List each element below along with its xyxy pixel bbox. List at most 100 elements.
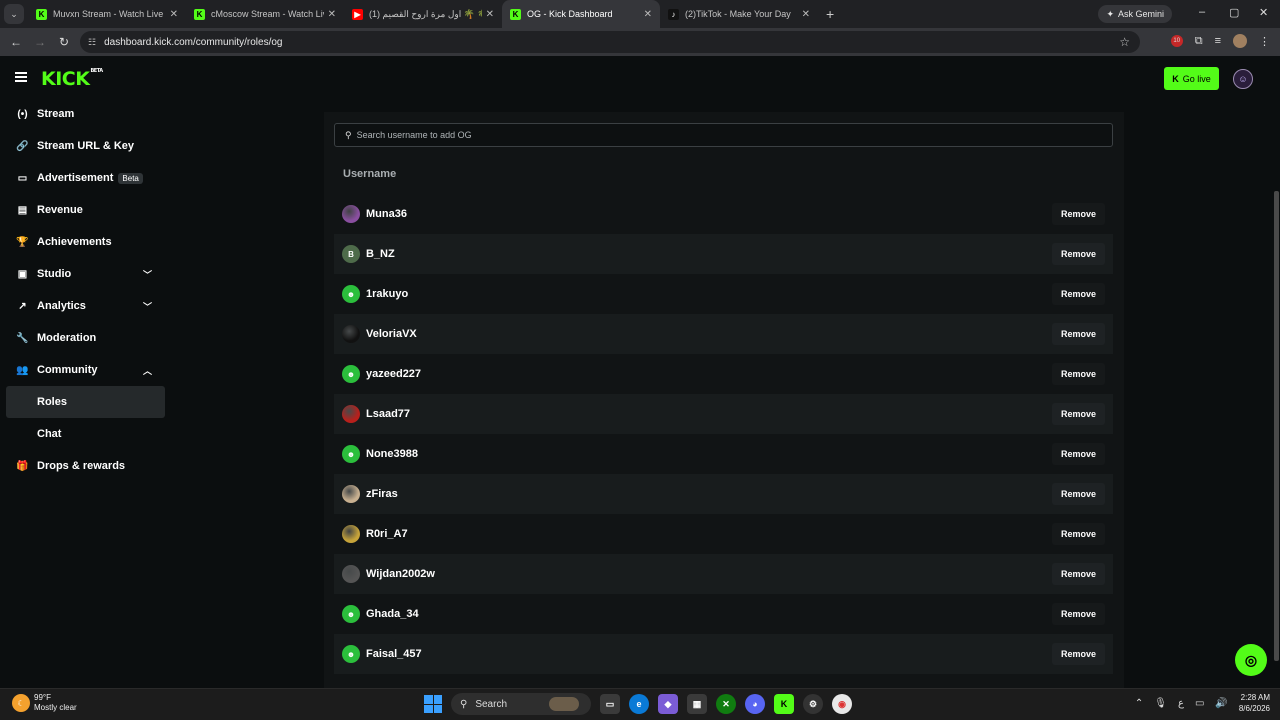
- user-avatar: ☻: [342, 605, 360, 623]
- wrench-icon: 🔧: [16, 332, 29, 344]
- close-window-icon[interactable]: ✕: [1259, 6, 1268, 19]
- maximize-window-icon[interactable]: ▢: [1229, 6, 1239, 19]
- xbox-icon[interactable]: ✕: [716, 694, 736, 714]
- chrome-icon[interactable]: ◉: [832, 694, 852, 714]
- tab-search-chevron-icon[interactable]: ⌄: [4, 4, 24, 24]
- close-tab-icon[interactable]: ✕: [486, 9, 494, 20]
- user-avatar: B: [342, 245, 360, 263]
- network-icon[interactable]: ▭: [1195, 698, 1204, 709]
- remove-og-button[interactable]: Remove: [1052, 323, 1105, 345]
- discord-icon[interactable]: ◕: [745, 694, 765, 714]
- reload-icon[interactable]: ↻: [52, 35, 76, 49]
- chevron-up-icon[interactable]: ︿: [143, 364, 152, 377]
- remove-og-button[interactable]: Remove: [1052, 523, 1105, 545]
- og-user-row: ☻ 1rakuyo Remove: [334, 274, 1113, 314]
- close-tab-icon[interactable]: ✕: [644, 9, 652, 20]
- back-arrow-icon[interactable]: ←: [4, 35, 28, 49]
- tray-overflow-chevron-icon[interactable]: ⌃: [1135, 698, 1143, 709]
- volume-icon[interactable]: 🔊: [1215, 698, 1227, 709]
- sidebar-item-analytics[interactable]: ↗ Analytics ﹀: [0, 290, 175, 322]
- profile-avatar-icon[interactable]: [1233, 34, 1247, 48]
- browser-tab[interactable]: K OG - Kick Dashboard ✕: [502, 0, 660, 28]
- hamburger-menu-icon[interactable]: [15, 72, 27, 82]
- sidebar-item-studio[interactable]: ▣ Studio ﹀: [0, 258, 175, 290]
- user-avatar: ☻: [342, 285, 360, 303]
- edge-icon[interactable]: e: [629, 694, 649, 714]
- sidebar-item-community[interactable]: 👥 Community ︿: [0, 354, 175, 386]
- browser-tab[interactable]: ▶ اول مرة اروح القصيم (1) 🌴 🌴 - ✕: [344, 0, 502, 28]
- sidebar-subitem-roles[interactable]: Roles: [6, 386, 165, 418]
- settings-gear-icon[interactable]: ⚙: [803, 694, 823, 714]
- ask-gemini-button[interactable]: ✦ Ask Gemini: [1098, 5, 1172, 23]
- task-view-icon[interactable]: ▭: [600, 694, 620, 714]
- media-control-icon[interactable]: ≡: [1215, 35, 1221, 47]
- url-text: dashboard.kick.com/community/roles/og: [104, 36, 283, 48]
- extension-badge-icon[interactable]: 10: [1170, 35, 1183, 47]
- new-tab-button[interactable]: +: [826, 6, 834, 22]
- username: R0ri_A7: [366, 528, 408, 540]
- sidebar-item-advertisement[interactable]: ▭ Advertisement Beta: [0, 162, 175, 194]
- sidebar-item-stream[interactable]: (•) Stream: [0, 98, 175, 130]
- browser-tab[interactable]: ♪ (2)TikTok - Make Your Day ✕: [660, 0, 818, 28]
- kick-favicon-icon: K: [36, 8, 47, 20]
- headset-icon: ◎: [1244, 651, 1258, 668]
- remove-og-button[interactable]: Remove: [1052, 363, 1105, 385]
- browser-menu-icon[interactable]: ⋮: [1259, 35, 1270, 48]
- bookmark-star-icon[interactable]: ☆: [1119, 35, 1130, 49]
- kick-app-icon[interactable]: K: [774, 694, 794, 714]
- copilot-icon[interactable]: ◆: [658, 694, 678, 714]
- user-avatar[interactable]: ☺: [1233, 69, 1253, 89]
- site-info-icon[interactable]: ☷: [88, 37, 96, 48]
- remove-og-button[interactable]: Remove: [1052, 243, 1105, 265]
- search-icon: ⚲: [460, 698, 468, 710]
- og-user-row: B B_NZ Remove: [334, 234, 1113, 274]
- search-field[interactable]: ⚲: [334, 123, 1113, 147]
- sidebar-item-moderation[interactable]: 🔧 Moderation: [0, 322, 175, 354]
- sidebar-item-drops-rewards[interactable]: 🎁 Drops & rewards: [0, 450, 175, 482]
- keyboard-language-icon[interactable]: ع: [1178, 698, 1184, 709]
- remove-og-button[interactable]: Remove: [1052, 563, 1105, 585]
- temperature: 99°F: [34, 693, 51, 702]
- go-live-button[interactable]: K Go live: [1164, 67, 1219, 90]
- taskbar-search[interactable]: ⚲ Search: [451, 693, 591, 715]
- sidebar-item-stream-url-key[interactable]: 🔗 Stream URL & Key: [0, 130, 175, 162]
- search-input[interactable]: [356, 130, 1057, 140]
- close-tab-icon[interactable]: ✕: [328, 9, 336, 20]
- minimize-window-icon[interactable]: –: [1199, 6, 1205, 18]
- remove-og-button[interactable]: Remove: [1052, 203, 1105, 225]
- remove-og-button[interactable]: Remove: [1052, 283, 1105, 305]
- og-user-row: Wijdan2002w Remove: [334, 554, 1113, 594]
- og-user-row: R0ri_A7 Remove: [334, 514, 1113, 554]
- windows-start-icon[interactable]: [424, 695, 442, 713]
- sidebar-item-label: Drops & rewards: [37, 460, 126, 472]
- close-tab-icon[interactable]: ✕: [802, 9, 810, 20]
- chevron-down-icon[interactable]: ﹀: [143, 268, 152, 281]
- og-user-row: zFiras Remove: [334, 474, 1113, 514]
- forward-arrow-icon[interactable]: →: [28, 35, 52, 49]
- microphone-icon[interactable]: 🎙: [1154, 698, 1167, 709]
- address-bar[interactable]: ☷ dashboard.kick.com/community/roles/og …: [80, 31, 1140, 53]
- og-user-row: VeloriaVX Remove: [334, 314, 1113, 354]
- sidebar-subitem-chat[interactable]: Chat: [6, 418, 165, 450]
- browser-tab[interactable]: KcMoscow Stream - Watch Live o ✕: [186, 0, 344, 28]
- tab-title: cMoscow Stream - Watch Live o: [211, 9, 324, 19]
- sidebar-item-achievements[interactable]: 🏆 Achievements: [0, 226, 175, 258]
- taskbar-clock[interactable]: 2:28 AM 8/6/2026: [1239, 692, 1270, 714]
- search-icon: ⚲: [345, 129, 352, 140]
- remove-og-button[interactable]: Remove: [1052, 443, 1105, 465]
- weather-widget[interactable]: ☾ 99°F Mostly clear: [12, 693, 77, 713]
- close-tab-icon[interactable]: ✕: [170, 9, 178, 20]
- remove-og-button[interactable]: Remove: [1052, 483, 1105, 505]
- help-chat-button[interactable]: ◎: [1235, 644, 1267, 676]
- og-user-row: ☻ Ghada_34 Remove: [334, 594, 1113, 634]
- remove-og-button[interactable]: Remove: [1052, 643, 1105, 665]
- sidebar-item-revenue[interactable]: ▤ Revenue: [0, 194, 175, 226]
- remove-og-button[interactable]: Remove: [1052, 603, 1105, 625]
- browser-tab[interactable]: K Muvxn Stream - Watch Live on ✕: [28, 0, 186, 28]
- remove-og-button[interactable]: Remove: [1052, 403, 1105, 425]
- kick-logo[interactable]: KICKBETA: [41, 68, 103, 90]
- extensions-puzzle-icon[interactable]: ⧉: [1195, 35, 1203, 48]
- page-scrollbar[interactable]: [1274, 191, 1279, 661]
- chevron-down-icon[interactable]: ﹀: [143, 300, 152, 313]
- store-icon[interactable]: ▦: [687, 694, 707, 714]
